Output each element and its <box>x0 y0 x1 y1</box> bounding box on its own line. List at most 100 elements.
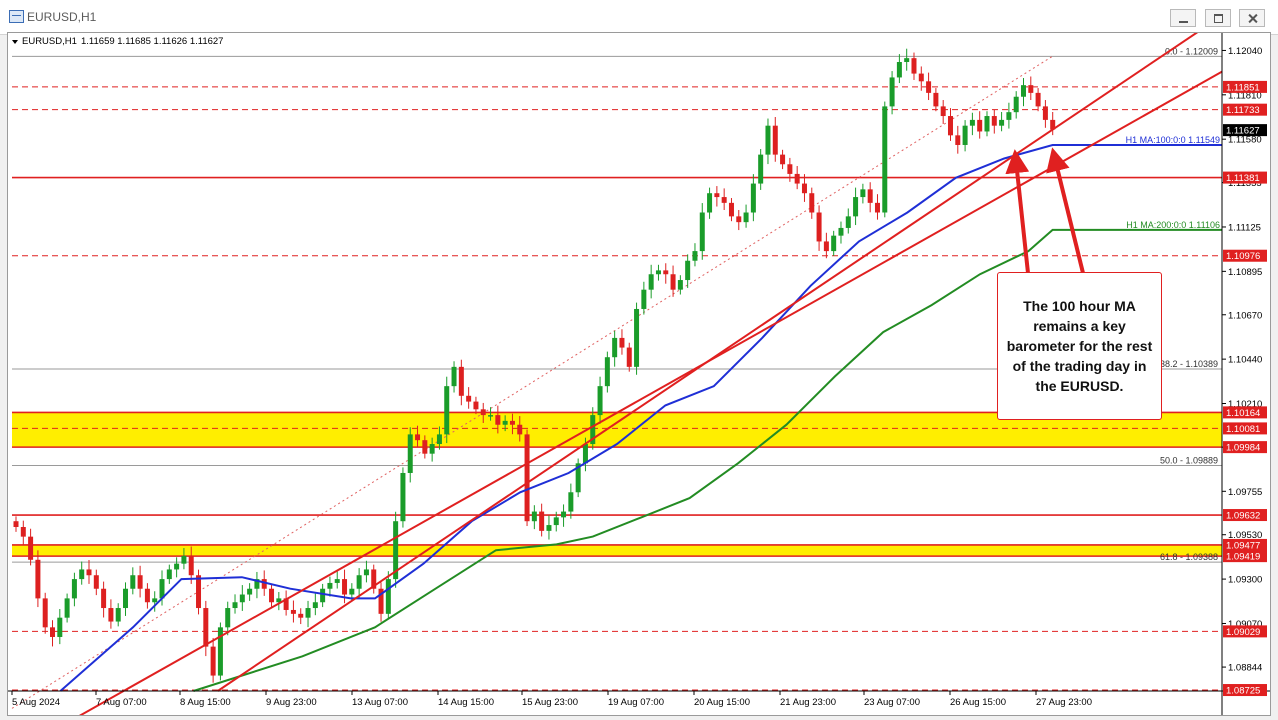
candle-body <box>707 193 713 213</box>
candle-body <box>327 582 333 589</box>
price-level-label: 1.11851 <box>1226 82 1260 93</box>
maximize-button[interactable] <box>1205 9 1231 27</box>
candle-body <box>677 280 683 290</box>
candle-body <box>101 588 107 609</box>
price-level-label: 1.11733 <box>1226 105 1260 116</box>
candle-body <box>385 579 391 614</box>
candle-body <box>349 588 355 595</box>
candle-body <box>130 575 136 589</box>
candle-body <box>64 598 70 618</box>
candle-body <box>1013 96 1019 113</box>
candle-body <box>801 183 807 194</box>
close-button[interactable] <box>1239 9 1265 27</box>
fib-diagonal-line[interactable] <box>11 55 1053 709</box>
candle-body <box>356 575 362 589</box>
candle-body <box>896 62 902 78</box>
candle-body <box>999 119 1005 126</box>
candle-body <box>115 608 121 622</box>
current-price-label: 1.11627 <box>1226 126 1260 137</box>
candle-body <box>144 588 150 603</box>
annotation-arrow <box>1046 147 1085 274</box>
candle-body <box>181 555 187 564</box>
x-tick-label: 8 Aug 15:00 <box>180 697 231 708</box>
candle-body <box>305 608 311 618</box>
candle-body <box>685 260 691 281</box>
x-tick-label: 26 Aug 15:00 <box>950 697 1006 708</box>
candle-body <box>816 212 822 242</box>
candle-body <box>794 173 800 184</box>
candle-body <box>947 116 953 136</box>
candle-body <box>166 569 172 580</box>
x-tick-label: 7 Aug 07:00 <box>96 697 147 708</box>
x-tick-label: 21 Aug 23:00 <box>780 697 836 708</box>
x-tick-label: 20 Aug 15:00 <box>694 697 750 708</box>
candle-body <box>721 197 727 203</box>
candle-body <box>977 119 983 132</box>
candle-body <box>853 197 859 217</box>
candle-body <box>137 575 143 589</box>
candle-body <box>108 608 114 622</box>
candle-body <box>20 527 26 537</box>
price-level-label: 1.09419 <box>1226 552 1260 563</box>
candle-body <box>152 598 158 603</box>
candle-body <box>743 212 749 223</box>
candle-body <box>422 440 428 454</box>
candle-body <box>736 216 742 223</box>
collapse-triangle-icon[interactable] <box>12 40 18 44</box>
x-tick-label: 23 Aug 07:00 <box>864 697 920 708</box>
candle-body <box>480 409 486 416</box>
candle-body <box>466 395 472 402</box>
candle-body <box>874 202 880 213</box>
x-tick-label: 13 Aug 07:00 <box>352 697 408 708</box>
candle-body <box>648 274 654 290</box>
candle-body <box>290 609 296 614</box>
y-tick-label: 1.09755 <box>1228 487 1262 498</box>
candle-body <box>50 627 56 637</box>
x-tick-label: 9 Aug 23:00 <box>266 697 317 708</box>
candle-body <box>539 511 545 531</box>
candle-body <box>174 563 180 570</box>
minimize-button[interactable] <box>1170 9 1196 27</box>
candle-body <box>509 420 515 425</box>
candle-body <box>57 617 63 637</box>
candle-body <box>604 357 610 387</box>
candle-body <box>415 434 421 441</box>
candle-body <box>1042 106 1048 120</box>
fib-level-label: 50.0 - 1.09889 <box>1160 455 1218 465</box>
candle-body <box>546 525 552 531</box>
candle-body <box>845 216 851 228</box>
candle-body <box>473 401 479 410</box>
candle-body <box>911 58 917 74</box>
support-zone <box>12 544 1222 557</box>
candle-body <box>1020 85 1026 97</box>
candle-body <box>400 472 406 522</box>
candle-body <box>203 608 209 647</box>
candle-body <box>904 58 910 63</box>
candle-body <box>831 235 837 252</box>
candle-body <box>1028 85 1034 93</box>
ma200-label: H1 MA:200:0:0 1.11106 <box>1126 220 1220 230</box>
candle-body <box>692 251 698 261</box>
ma100-label: H1 MA:100:0:0 1.11549 <box>1126 135 1220 145</box>
y-tick-label: 1.10440 <box>1228 355 1262 366</box>
candle-body <box>918 73 924 82</box>
candle-body <box>232 602 238 609</box>
candle-body <box>495 415 501 425</box>
candle-body <box>750 183 756 213</box>
candle-body <box>670 274 676 290</box>
candle-body <box>940 106 946 117</box>
candle-body <box>553 517 559 526</box>
y-tick-label: 1.08844 <box>1228 663 1262 674</box>
candle-body <box>882 106 888 213</box>
candle-body <box>312 602 318 609</box>
candle-body <box>561 511 567 518</box>
candle-body <box>568 492 574 512</box>
candle-body <box>196 575 202 609</box>
price-level-label: 1.09477 <box>1226 540 1260 551</box>
candle-body <box>298 613 304 618</box>
x-tick-label: 19 Aug 07:00 <box>608 697 664 708</box>
candle-body <box>663 270 669 275</box>
candle-body <box>210 646 216 676</box>
x-tick-label: 15 Aug 23:00 <box>522 697 578 708</box>
candle-body <box>889 77 895 107</box>
